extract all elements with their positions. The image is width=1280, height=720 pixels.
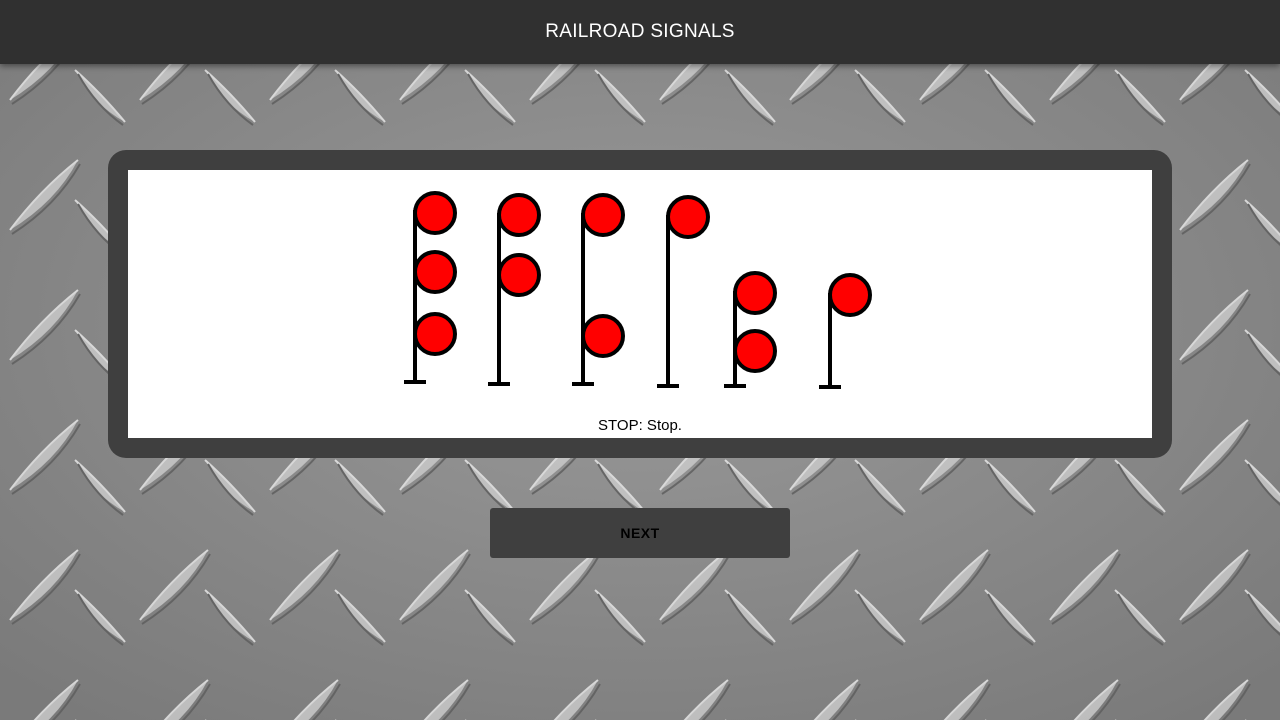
page-title: RAILROAD SIGNALS: [545, 21, 735, 42]
next-button-label: NEXT: [620, 525, 660, 541]
signal-display-frame: STOP: Stop.: [108, 150, 1172, 458]
signal-illustration: [404, 191, 872, 389]
signal-lamp-red: [497, 253, 541, 297]
signal-lamp-red: [497, 193, 541, 237]
signal-lamp-red: [828, 273, 872, 317]
signal-lamp-red: [733, 329, 777, 373]
signal-lamp-red: [581, 314, 625, 358]
signal-lamp-red: [413, 250, 457, 294]
signal-caption: STOP: Stop.: [598, 417, 682, 434]
signal-dwarf-single-head: [819, 273, 872, 389]
signal-lamp-red: [666, 195, 710, 239]
signal-single-head: [657, 195, 710, 388]
signal-lamp-red: [413, 191, 457, 235]
signal-three-heads: [404, 191, 457, 384]
signal-display: STOP: Stop.: [128, 170, 1152, 438]
signal-lamp-red: [581, 193, 625, 237]
signal-lamp-red: [733, 271, 777, 315]
signal-dwarf-two-heads: [724, 271, 777, 388]
signal-top-and-bottom-heads: [572, 193, 625, 386]
next-button[interactable]: NEXT: [490, 508, 790, 558]
signal-lamp-red: [413, 312, 457, 356]
app-header: RAILROAD SIGNALS: [0, 0, 1280, 64]
signal-two-upper-heads: [488, 193, 541, 386]
